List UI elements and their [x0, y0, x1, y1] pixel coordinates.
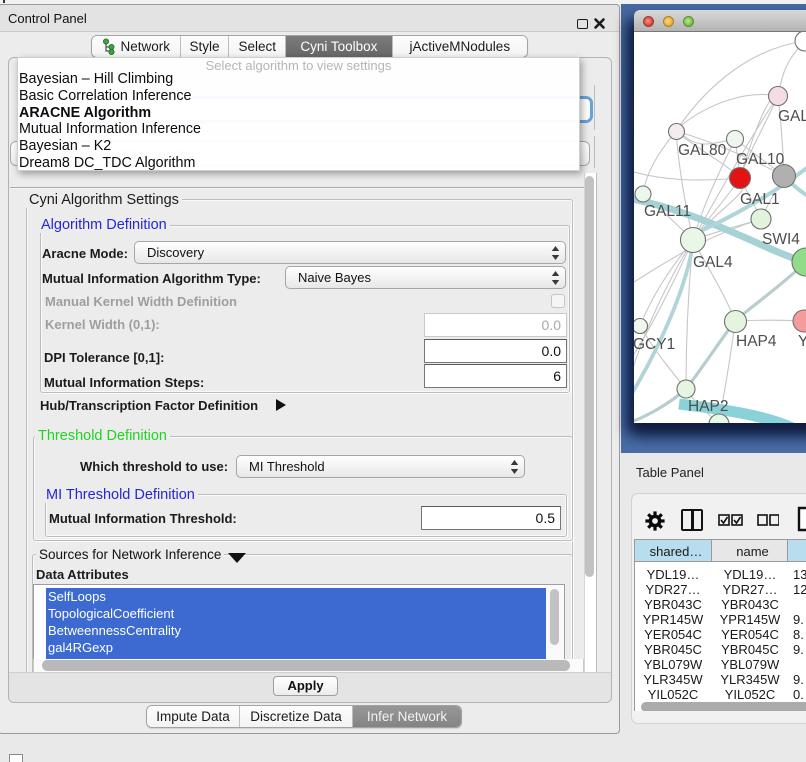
svg-text:HAP2: HAP2 — [688, 398, 729, 415]
svg-text:SWI4: SWI4 — [762, 231, 800, 248]
svg-text:GAL1: GAL1 — [740, 191, 780, 208]
svg-text:GAL80: GAL80 — [678, 142, 727, 159]
svg-text:HAP4: HAP4 — [736, 333, 777, 350]
svg-text:GAL11: GAL11 — [644, 203, 691, 220]
svg-text:GAL4: GAL4 — [693, 254, 733, 271]
svg-text:GAL: GAL — [778, 108, 806, 125]
svg-text:GCY1: GCY1 — [634, 336, 675, 353]
svg-text:Y: Y — [798, 333, 806, 350]
svg-text:GAL10: GAL10 — [736, 151, 785, 168]
